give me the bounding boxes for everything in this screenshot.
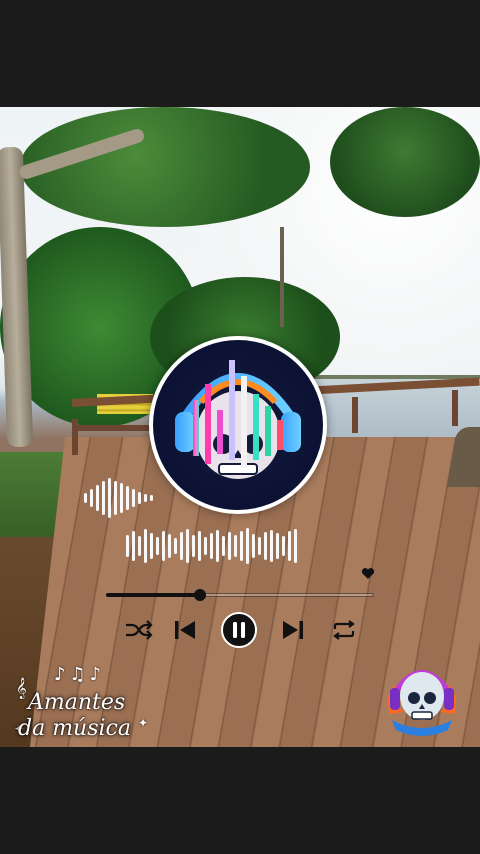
waveform-bar [132,489,135,507]
waveform-bar [90,489,93,507]
shuffle-button[interactable] [120,611,158,649]
skull-logo-icon [382,654,462,738]
shuffle-icon [126,620,153,640]
waveform-bar [264,532,267,560]
brand-watermark: ♪♫♪ ✦ ✦ 𝄞 Amantes da música [10,664,150,746]
waveform-bar [108,478,111,518]
waveform-bar [186,529,189,563]
audio-waveform-small [84,473,153,523]
skull-headphones-icon [175,360,301,479]
bottom-letterbox [0,747,480,854]
waveform-bar [246,528,249,564]
waveform-bar [252,534,255,558]
waveform-bar [282,536,285,556]
waveform-bar [96,485,99,511]
brand-line-2: da música [18,716,131,741]
waveform-bar [270,530,273,562]
tree-canopy [330,107,480,217]
heart-icon[interactable] [358,566,378,584]
waveform-bar [138,536,141,556]
sparkle-icon: ✦ [138,716,149,730]
waveform-bar [198,531,201,561]
pause-button[interactable] [220,611,258,649]
waveform-bar [150,495,153,501]
waveform-bar [258,537,261,555]
waveform-bar [162,531,165,561]
treble-clef-icon: 𝄞 [16,678,27,699]
waveform-bar [120,483,123,513]
audio-waveform [126,526,297,566]
repeat-button[interactable] [326,611,362,649]
waveform-bar [204,537,207,555]
progress-knob[interactable] [193,589,206,601]
top-letterbox [0,0,480,107]
waveform-bar [144,494,147,502]
waveform-bar [126,486,129,510]
waveform-bar [288,531,291,561]
waveform-bar [114,481,117,515]
waveform-bar [168,534,171,558]
repeat-icon [333,620,355,640]
waveform-bar [132,531,135,561]
waveform-bar [276,533,279,559]
playback-progress-bar[interactable] [106,589,374,601]
waveform-bar [240,531,243,561]
waveform-bar [222,536,225,556]
waveform-bar [138,492,141,504]
waveform-bar [126,535,129,557]
album-art-disc [149,336,327,514]
waveform-bar [84,493,87,503]
waveform-bar [174,538,177,554]
previous-button[interactable] [168,611,202,649]
waveform-bar [234,535,237,557]
waveform-bar [144,529,147,563]
waveform-bar [180,532,183,560]
pause-icon [221,612,257,648]
waveform-bar [228,532,231,560]
waveform-bar [192,535,195,557]
skip-previous-icon [175,621,195,639]
waveform-bar [216,530,219,562]
skip-next-icon [283,621,303,639]
waveform-bar [102,481,105,515]
waveform-bar [150,533,153,559]
playback-controls [120,611,360,649]
brand-line-1: Amantes [28,690,126,715]
waveform-bar [210,533,213,559]
next-button[interactable] [276,611,310,649]
palm-tree [280,227,284,327]
waveform-bar [156,537,159,555]
music-notes: ♪♫♪ [54,664,106,685]
progress-fill [106,593,200,597]
waveform-bar [294,529,297,563]
